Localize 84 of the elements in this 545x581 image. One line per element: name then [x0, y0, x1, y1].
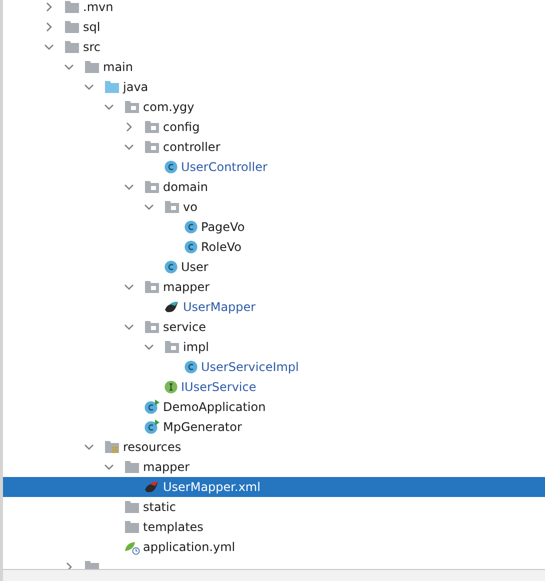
- runnable-class-icon: [144, 399, 160, 415]
- tree-item-label: MpGenerator: [163, 420, 242, 434]
- tree-row[interactable]: src: [3, 37, 545, 57]
- class-icon: [184, 240, 198, 254]
- tree-row[interactable]: RoleVo: [3, 237, 545, 257]
- tree-row[interactable]: sql: [3, 17, 545, 37]
- tree-row[interactable]: UserMapper.xml: [3, 477, 545, 497]
- tree-row[interactable]: service: [3, 317, 545, 337]
- package-icon: [164, 340, 180, 354]
- tree-item-label: main: [103, 60, 133, 74]
- tree-item-label: src: [83, 40, 101, 54]
- tree-row[interactable]: controller: [3, 137, 545, 157]
- tree-row[interactable]: User: [3, 257, 545, 277]
- tree-item-label: IUserService: [181, 380, 256, 394]
- tree-row[interactable]: mapper: [3, 277, 545, 297]
- tree-row[interactable]: com.ygy: [3, 97, 545, 117]
- tree-item-label: controller: [163, 140, 220, 154]
- package-icon: [144, 120, 160, 134]
- class-icon: [184, 360, 198, 374]
- folder-icon: [124, 520, 140, 534]
- package-icon: [144, 180, 160, 194]
- tree-item-label: templates: [143, 520, 204, 534]
- tree-item-label: mapper: [143, 460, 190, 474]
- class-icon: [164, 160, 178, 174]
- tree-row[interactable]: application.yml: [3, 537, 545, 557]
- tree-item-label: User: [181, 260, 208, 274]
- tree-item-label: sql: [83, 20, 100, 34]
- tree-row[interactable]: config: [3, 117, 545, 137]
- tree-item-label: resources: [123, 440, 182, 454]
- tree-item-label: domain: [163, 180, 208, 194]
- package-icon: [144, 140, 160, 154]
- tree-row[interactable]: PageVo: [3, 217, 545, 237]
- folder-icon: [64, 0, 80, 14]
- tree-row[interactable]: main: [3, 57, 545, 77]
- spring-leaf-icon: [124, 540, 140, 554]
- folder-icon: [64, 40, 80, 54]
- tree-item-label: UserController: [181, 160, 268, 174]
- tree-row[interactable]: static: [3, 497, 545, 517]
- class-icon: [184, 220, 198, 234]
- package-icon: [124, 100, 140, 114]
- folder-icon: [124, 460, 140, 474]
- tree-row[interactable]: MpGenerator: [3, 417, 545, 437]
- tree-row[interactable]: mapper: [3, 457, 545, 477]
- tree-item-label: application.yml: [143, 540, 236, 554]
- tree-row[interactable]: java: [3, 77, 545, 97]
- folder-icon: [84, 60, 100, 74]
- tree-item-label: .mvn: [83, 0, 114, 14]
- tree-row[interactable]: templates: [3, 517, 545, 537]
- tree-item-label: impl: [183, 340, 209, 354]
- package-icon: [144, 280, 160, 294]
- tree-row[interactable]: .mvn: [3, 0, 545, 17]
- interface-icon: [164, 380, 178, 394]
- bird-icon: [144, 480, 160, 494]
- tree-item-label: service: [163, 320, 206, 334]
- tree-item-label: vo: [183, 200, 198, 214]
- tree-row[interactable]: vo: [3, 197, 545, 217]
- runnable-class-icon: [144, 419, 160, 435]
- tree-row[interactable]: resources: [3, 437, 545, 457]
- tree-row[interactable]: UserController: [3, 157, 545, 177]
- tree-item-label: UserMapper: [183, 300, 256, 314]
- tree-row[interactable]: impl: [3, 337, 545, 357]
- tree-item-label: PageVo: [201, 220, 245, 234]
- tree-item-label: DemoApplication: [163, 400, 266, 414]
- tree-row[interactable]: UserServiceImpl: [3, 357, 545, 377]
- tree-item-label: mapper: [163, 280, 210, 294]
- tree-item-label: static: [143, 500, 176, 514]
- tree-item-label: com.ygy: [143, 100, 194, 114]
- resources-folder-icon: [104, 440, 120, 454]
- tree-row[interactable]: IUserService: [3, 377, 545, 397]
- tree-item-label: UserMapper.xml: [163, 480, 260, 494]
- tree-item-label: config: [163, 120, 200, 134]
- tree-row[interactable]: UserMapper: [3, 297, 545, 317]
- class-icon: [164, 260, 178, 274]
- tree-row[interactable]: DemoApplication: [3, 397, 545, 417]
- folder-icon: [104, 80, 120, 94]
- folder-icon: [64, 20, 80, 34]
- tree-item-label: java: [123, 80, 148, 94]
- package-icon: [144, 320, 160, 334]
- bird-icon: [164, 300, 180, 314]
- tree-item-label: UserServiceImpl: [201, 360, 299, 374]
- tree-item-label: RoleVo: [201, 240, 242, 254]
- folder-icon: [124, 500, 140, 514]
- tree-row[interactable]: domain: [3, 177, 545, 197]
- package-icon: [164, 200, 180, 214]
